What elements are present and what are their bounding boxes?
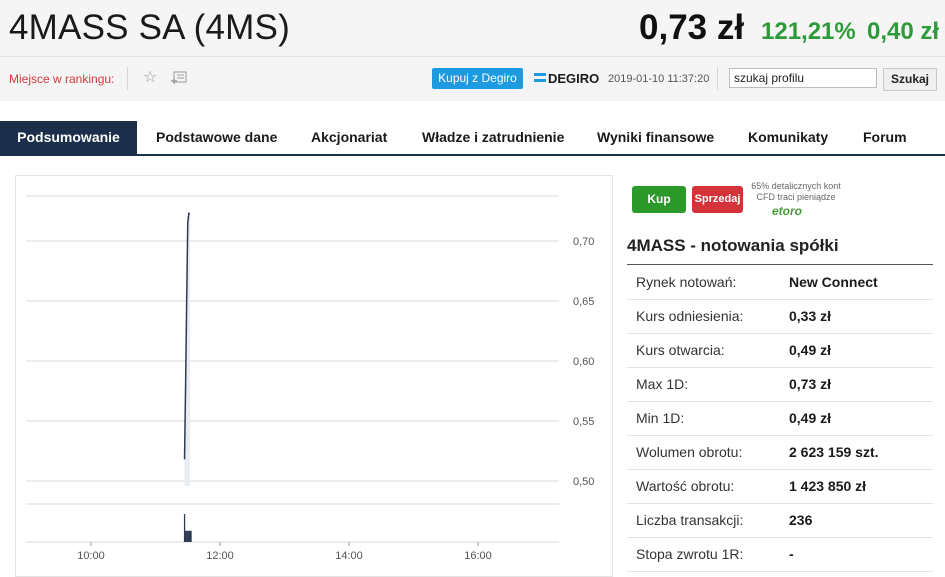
quote-row-value: 0,49 zł xyxy=(789,410,832,426)
tab-akcjonariat[interactable]: Akcjonariat xyxy=(311,121,387,154)
quote-row-value: 1 423 850 zł xyxy=(789,478,867,494)
buy-with-degiro-button[interactable]: Kupuj z Degiro xyxy=(432,68,523,89)
quote-row-value: 2 623 159 szt. xyxy=(789,444,879,460)
tab-podstawowe-dane[interactable]: Podstawowe dane xyxy=(156,121,277,154)
quote-row: Max 1D: 0,73 zł xyxy=(627,367,933,402)
search-profile-input[interactable] xyxy=(729,68,877,88)
x-tick-label: 16:00 xyxy=(464,550,492,562)
quote-row: Stopa zwrotu 1R: - xyxy=(627,537,933,572)
quote-row-value: 236 xyxy=(789,512,813,528)
price-chart[interactable]: 0,70 0,65 0,60 0,55 0,50 10:00 12:00 14:00 16:00 xyxy=(15,175,613,577)
buy-button[interactable]: Kup xyxy=(632,186,686,213)
etoro-risk-note: 65% detalicznych kont CFD traci pieniądz… xyxy=(751,181,841,202)
quote-row-value: 0,73 zł xyxy=(789,376,832,392)
change-percent: 121,21% xyxy=(761,18,856,45)
sell-button[interactable]: Sprzedaj xyxy=(692,186,743,213)
degiro-logo-text: DEGIRO xyxy=(548,71,600,86)
tab-podsumowanie[interactable]: Podsumowanie xyxy=(0,121,137,154)
quote-row-value: 0,49 zł xyxy=(789,342,832,358)
divider xyxy=(127,67,128,90)
quote-row: Kurs odniesienia: 0,33 zł xyxy=(627,299,933,334)
add-to-list-icon[interactable] xyxy=(171,70,187,84)
quote-row: Rynek notowań: New Connect xyxy=(627,265,933,300)
quote-row-label: Rynek notowań: xyxy=(636,274,737,290)
tab-komunikaty[interactable]: Komunikaty xyxy=(748,121,828,154)
search-button[interactable]: Szukaj xyxy=(883,68,937,91)
volume-bar xyxy=(190,530,192,542)
header-divider xyxy=(0,56,945,57)
quote-panel-title: 4MASS - notowania spółki xyxy=(627,236,839,255)
quote-row-label: Min 1D: xyxy=(636,410,685,426)
quote-row-label: Max 1D: xyxy=(636,376,689,392)
quote-row-label: Kurs otwarcia: xyxy=(636,342,725,358)
y-tick-label: 0,55 xyxy=(573,416,594,428)
tab-wyniki-finansowe[interactable]: Wyniki finansowe xyxy=(597,121,714,154)
x-tick-label: 10:00 xyxy=(77,550,105,562)
quote-row: Kurs otwarcia: 0,49 zł xyxy=(627,333,933,368)
price-chart-svg: 0,70 0,65 0,60 0,55 0,50 10:00 12:00 14:00 16:00 xyxy=(26,195,594,562)
quote-row-value: - xyxy=(789,546,794,562)
current-price: 0,73 zł xyxy=(639,8,745,47)
quote-row: Min 1D: 0,49 zł xyxy=(627,401,933,436)
x-tick-label: 12:00 xyxy=(206,550,234,562)
quote-row-label: Stopa zwrotu 1R: xyxy=(636,546,744,562)
quote-row: Wartość obrotu: 1 423 850 zł xyxy=(627,469,933,504)
divider xyxy=(717,67,718,90)
main-tabs: Podsumowanie Podstawowe dane Akcjonariat… xyxy=(0,121,945,156)
quote-row: Liczba transakcji: 236 xyxy=(627,503,933,538)
etoro-logo[interactable]: etoro xyxy=(772,204,802,218)
quote-row-label: Wartość obrotu: xyxy=(636,478,735,494)
star-icon[interactable]: ☆ xyxy=(143,67,157,87)
quote-row-value: New Connect xyxy=(789,274,878,290)
y-tick-label: 0,60 xyxy=(573,356,594,368)
quote-row-label: Liczba transakcji: xyxy=(636,512,744,528)
y-tick-label: 0,65 xyxy=(573,296,594,308)
quote-row-label: Kurs odniesienia: xyxy=(636,308,744,324)
x-tick-label: 14:00 xyxy=(335,550,363,562)
y-tick-label: 0,70 xyxy=(573,236,594,248)
company-title: 4MASS SA (4MS) xyxy=(9,8,290,47)
quote-row-value: 0,33 zł xyxy=(789,308,832,324)
ranking-label: Miejsce w rankingu: xyxy=(9,72,115,86)
tab-forum[interactable]: Forum xyxy=(863,121,907,154)
y-tick-label: 0,50 xyxy=(573,476,594,488)
quote-row: Wolumen obrotu: 2 623 159 szt. xyxy=(627,435,933,470)
change-absolute: 0,40 zł xyxy=(867,18,940,45)
quote-timestamp: 2019-01-10 11:37:20 xyxy=(608,73,710,85)
quote-row-label: Wolumen obrotu: xyxy=(636,444,743,460)
degiro-logo-icon[interactable]: DEGIRO xyxy=(534,71,599,86)
tab-wladze-i-zatrudnienie[interactable]: Władze i zatrudnienie xyxy=(422,121,564,154)
